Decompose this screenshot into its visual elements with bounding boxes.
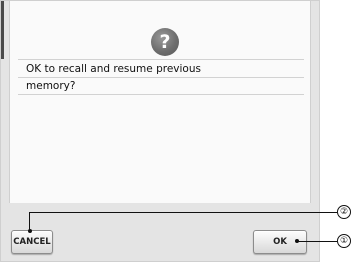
message-line-1: OK to recall and resume previous (26, 63, 201, 75)
divider-bottom (18, 94, 304, 95)
ok-callout-line (297, 241, 337, 242)
screen: ? OK to recall and resume previous memor… (0, 0, 355, 262)
cancel-callout-line (29, 212, 337, 213)
divider-middle (18, 77, 304, 78)
cancel-callout-number: ② (337, 205, 351, 219)
question-icon: ? (151, 28, 179, 56)
divider-top (18, 59, 304, 60)
ok-callout-number: ① (337, 234, 351, 248)
cancel-button[interactable]: CANCEL (11, 230, 53, 254)
message-dialog: ? OK to recall and resume previous memor… (9, 1, 311, 203)
ok-button[interactable]: OK (253, 230, 307, 254)
message-line-2: memory? (26, 80, 76, 92)
cancel-callout-vertical (29, 212, 30, 231)
lcd-panel: ? OK to recall and resume previous memor… (0, 0, 320, 262)
panel-edge (1, 1, 4, 59)
